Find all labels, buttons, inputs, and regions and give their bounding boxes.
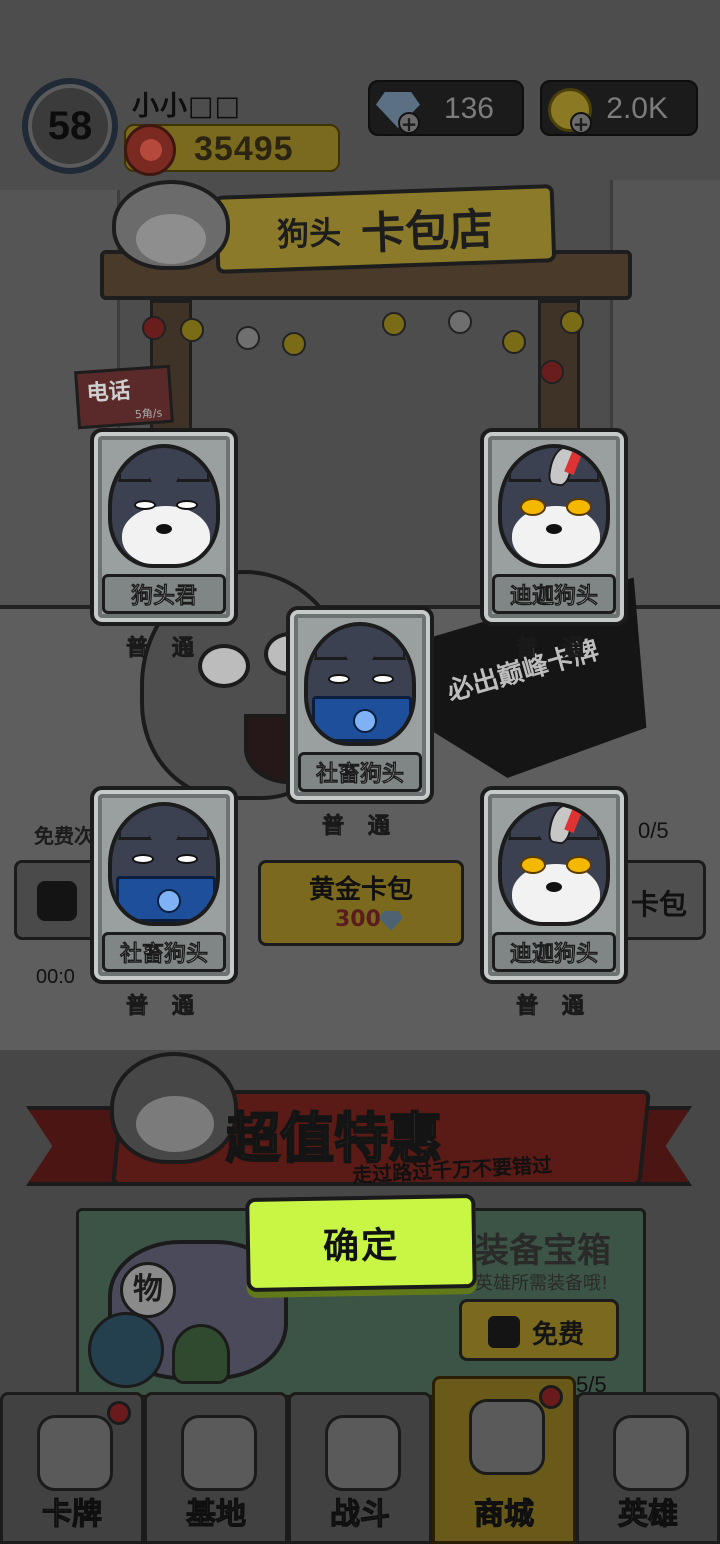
free-draw-label: 免费次 [34,824,94,848]
promo-banner: 超值特惠 走过路过千万不要错过 [26,1052,692,1200]
nav-tab-battle[interactable]: 战斗 [288,1392,432,1544]
free-draw-count: 0/5 [638,818,669,843]
play-icon [37,881,77,921]
dog-icon [37,1415,113,1491]
card-rarity: 普 通 [126,636,202,662]
player-level-badge[interactable]: 58 [22,78,118,174]
notification-badge [539,1385,563,1409]
power-display: 35495 [124,124,340,176]
globe-icon [88,1312,164,1388]
card-rarity: 普 通 [126,994,202,1020]
card-name: 狗头君 [130,584,198,610]
nav-tab-shop[interactable]: 商城 [432,1376,576,1544]
add-gems-plus-icon[interactable]: + [398,112,420,134]
power-value: 35495 [194,130,294,168]
nav-tab-base[interactable]: 基地 [144,1392,288,1544]
reward-card[interactable]: 迪迦狗头 [480,428,628,626]
bottom-nav: 卡牌 基地 战斗 商城 英雄 [0,1376,720,1544]
player-name: 小小□□ [132,91,242,122]
add-coins-plus-icon[interactable]: + [570,112,592,134]
gems-display[interactable]: + 136 [368,80,524,136]
fist-icon [124,124,176,176]
reward-card[interactable]: 社畜狗头 [90,786,238,984]
item-tag: 物 [120,1262,176,1318]
gems-value: 136 [443,92,494,125]
card-rarity: 普 通 [516,994,592,1020]
confirm-button[interactable]: 确定 [245,1194,477,1292]
reward-card[interactable]: 社畜狗头 [286,606,434,804]
chest-subtitle: 英雄所需装备哦! [475,1273,609,1294]
potion-icon [172,1324,230,1384]
ultra-dog-portrait-icon [498,802,610,926]
card-name: 社畜狗头 [315,762,405,788]
paw-icon [325,1415,401,1491]
nav-tab-heroes[interactable]: 英雄 [576,1392,720,1544]
chest-free-button[interactable]: 免费 [459,1299,619,1361]
nav-tab-cards[interactable]: 卡牌 [0,1392,144,1544]
reward-card[interactable]: 狗头君 [90,428,238,626]
castle-icon [181,1415,257,1491]
coins-value: 2.0K [606,92,668,125]
gold-pack-button[interactable]: 黄金卡包 300 [258,860,464,946]
notification-badge [107,1401,131,1425]
player-level: 58 [47,103,93,148]
laptop-icon [312,696,412,742]
reward-card[interactable]: 迪迦狗头 [480,786,628,984]
hero-icon [613,1415,689,1491]
chest-title: 装备宝箱 [475,1231,611,1271]
laptop-icon [116,876,216,922]
coins-display[interactable]: + 2.0K [540,80,698,136]
confirm-label: 确定 [322,1225,400,1268]
card-rarity: 普 通 [516,636,592,662]
promo-dog-icon [110,1052,238,1164]
shop-sign-big: 卡包店 [360,204,494,260]
play-icon [488,1316,520,1348]
worker-dog-portrait-icon [108,802,220,926]
boss-dog-portrait-icon [108,444,220,568]
shop-mascot-dog-icon [112,180,230,270]
diamond-icon [379,911,403,931]
gold-pack-price: 300 [335,907,381,932]
refresh-timer: 00:0 [36,966,75,988]
money-icon [469,1399,545,1475]
ultra-dog-portrait-icon [498,444,610,568]
card-name: 社畜狗头 [119,942,209,968]
ad-pack-button[interactable] [14,860,102,940]
shop-sign-small: 狗头 [276,213,342,254]
card-name: 迪迦狗头 [509,942,599,968]
card-rarity: 普 通 [322,814,398,840]
right-pack-button[interactable]: 卡包 [616,860,706,940]
worker-dog-portrait-icon [304,622,416,746]
card-name: 迪迦狗头 [509,584,599,610]
phone-sign: 电话 5角/s [74,364,174,430]
shop-sign: 狗头 卡包店 [213,184,557,274]
